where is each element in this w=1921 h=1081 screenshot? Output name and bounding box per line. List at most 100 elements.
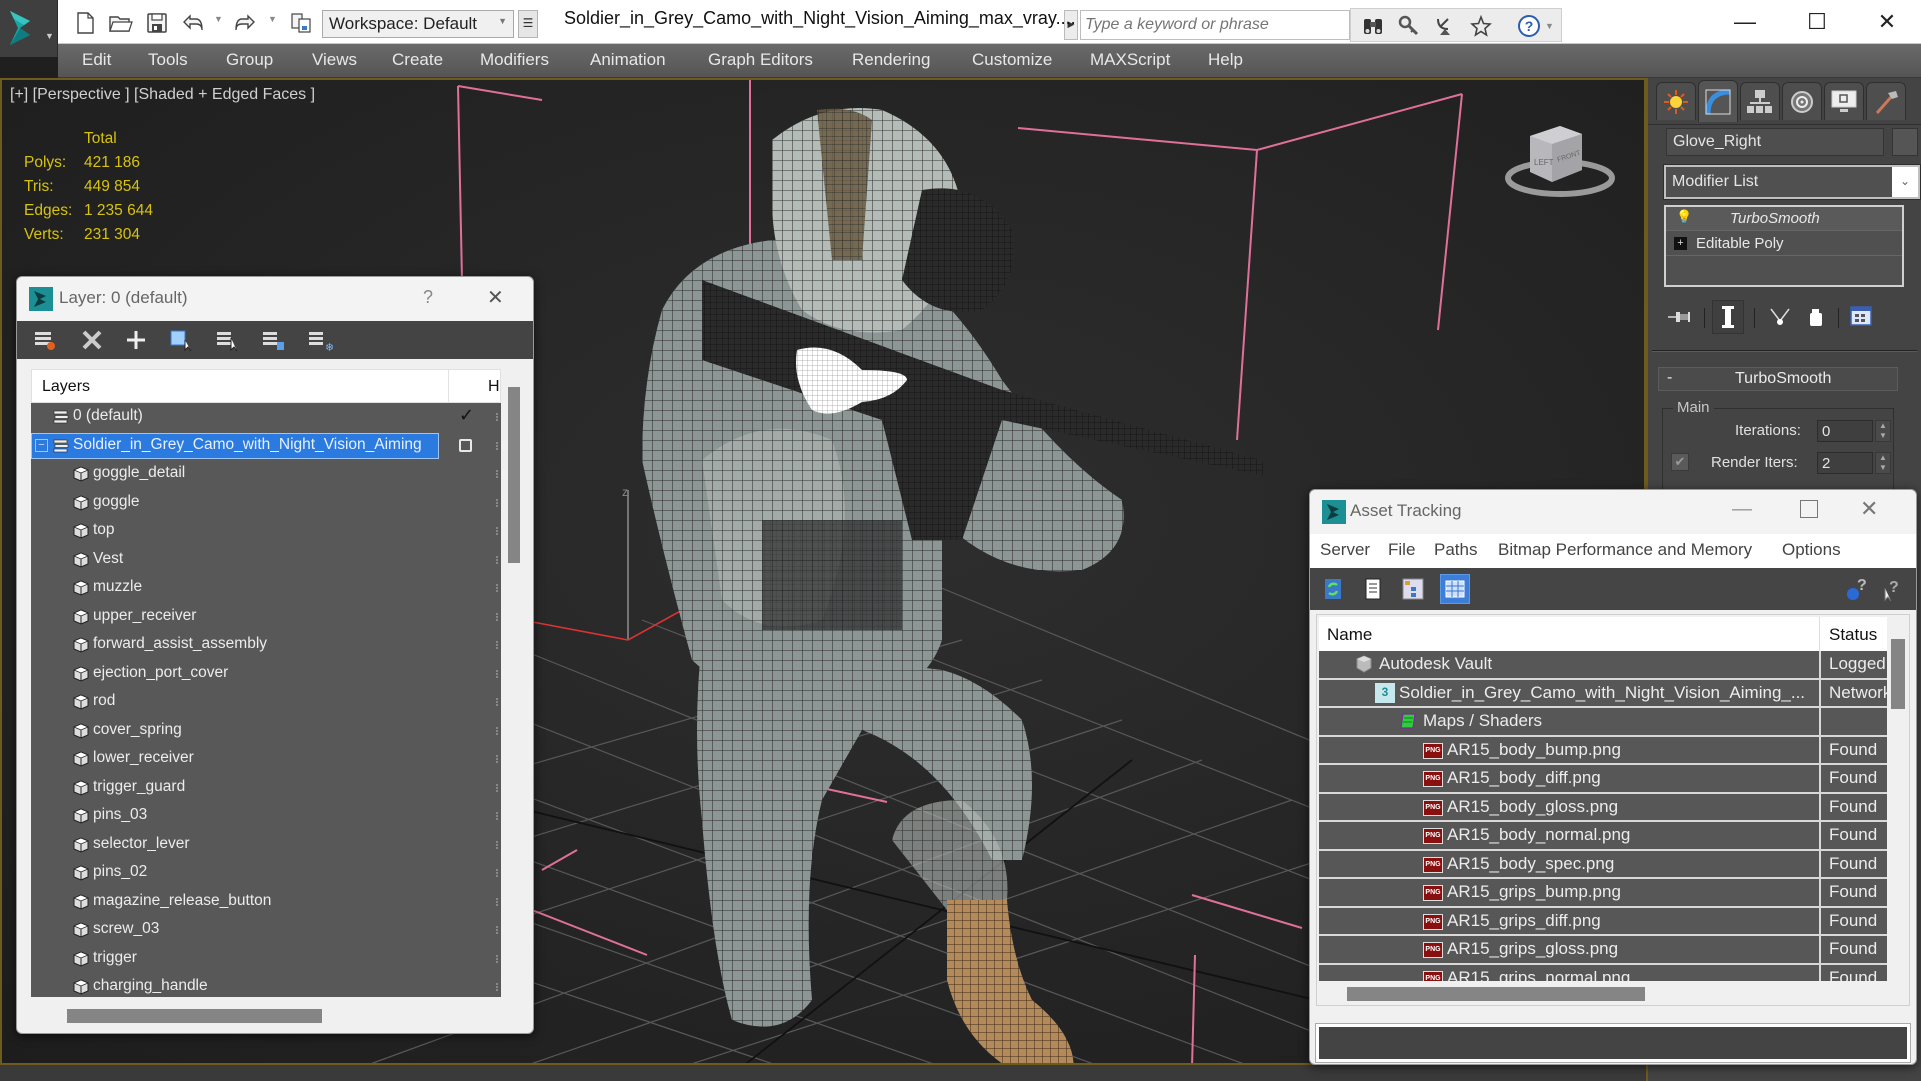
new-file-icon[interactable] xyxy=(72,10,98,36)
layer-row[interactable]: − Soldier_in_Grey_Camo_with_Night_Vision_… xyxy=(31,432,501,461)
menu-file[interactable]: File xyxy=(1388,540,1415,560)
redo-history-caret-icon[interactable]: ▼ xyxy=(268,14,278,24)
render-iters-checkbox[interactable]: ✔ xyxy=(1671,453,1689,471)
display-tab[interactable] xyxy=(1824,82,1864,120)
turbosmooth-rollout-header[interactable]: - TurboSmooth xyxy=(1658,367,1898,391)
object-row[interactable]: magazine_release_button xyxy=(31,888,501,917)
pin-stack-icon[interactable] xyxy=(1666,302,1694,332)
lightbulb-icon[interactable]: 💡 xyxy=(1676,209,1692,225)
layer-vertical-scrollbar[interactable] xyxy=(507,383,521,863)
modifier-list-dropdown[interactable]: Modifier List ⌄ xyxy=(1663,164,1921,200)
tree-view-icon[interactable] xyxy=(1398,574,1428,604)
hide-toggle[interactable] xyxy=(496,812,499,820)
satellite-dish-icon[interactable] xyxy=(1431,13,1459,39)
object-row[interactable]: goggle_detail xyxy=(31,460,501,489)
menu-group[interactable]: Group xyxy=(226,50,273,70)
menu-maxscript[interactable]: MAXScript xyxy=(1090,50,1170,70)
utilities-tab[interactable] xyxy=(1866,82,1906,120)
menu-server[interactable]: Server xyxy=(1320,540,1370,560)
menu-rendering[interactable]: Rendering xyxy=(852,50,930,70)
freeze-layer-icon[interactable]: ❄ xyxy=(305,326,335,354)
stack-item-turbosmooth[interactable]: 💡 TurboSmooth xyxy=(1666,207,1902,231)
object-color-swatch[interactable] xyxy=(1892,128,1918,156)
menu-bitmap-performance[interactable]: Bitmap Performance and Memory xyxy=(1498,540,1752,560)
hierarchy-tab[interactable] xyxy=(1740,82,1780,120)
hide-toggle[interactable] xyxy=(496,726,499,735)
application-menu-button[interactable]: ▼ xyxy=(0,0,58,57)
object-row[interactable]: rod xyxy=(31,688,501,717)
menu-create[interactable]: Create xyxy=(392,50,443,70)
remove-modifier-icon[interactable] xyxy=(1802,302,1830,332)
close-button[interactable]: ✕ xyxy=(1860,496,1878,522)
close-button[interactable]: ✕ xyxy=(487,285,504,310)
list-view-icon[interactable] xyxy=(1358,574,1388,604)
asset-horizontal-scrollbar[interactable] xyxy=(1347,987,1645,1001)
hide-toggle[interactable] xyxy=(496,983,499,991)
context-help-icon[interactable]: ? xyxy=(1878,574,1908,604)
render-iters-spinner[interactable]: ▲ ▼ xyxy=(1875,452,1891,474)
maximize-button[interactable]: ☐ xyxy=(1792,6,1842,38)
collapse-toggle-icon[interactable]: − xyxy=(35,438,48,452)
save-icon[interactable] xyxy=(144,10,170,36)
hide-toggle[interactable] xyxy=(496,470,499,478)
delete-layer-icon[interactable] xyxy=(77,326,107,354)
create-tab[interactable] xyxy=(1656,82,1696,120)
set-current-checkbox[interactable] xyxy=(459,438,472,452)
asset-dialog-titlebar[interactable]: Asset Tracking — ✕ xyxy=(1310,490,1916,534)
create-layer-icon[interactable] xyxy=(31,326,61,354)
menu-options[interactable]: Options xyxy=(1782,540,1841,560)
hide-toggle[interactable] xyxy=(496,926,499,934)
object-row[interactable]: top xyxy=(31,517,501,546)
object-row[interactable]: charging_handle xyxy=(31,973,501,997)
set-current-layer-icon[interactable] xyxy=(259,326,289,354)
asset-row[interactable]: Maps / Shaders xyxy=(1319,708,1887,737)
hide-toggle[interactable] xyxy=(496,555,499,564)
iterations-spinner[interactable]: ▲ ▼ xyxy=(1875,420,1891,442)
maximize-button[interactable] xyxy=(1800,500,1818,518)
menu-modifiers[interactable]: Modifiers xyxy=(480,50,549,70)
object-name-input[interactable] xyxy=(1666,128,1884,156)
layer-row[interactable]: 0 (default) ✓ xyxy=(31,403,501,432)
highlight-selected-layer-icon[interactable] xyxy=(213,326,243,354)
object-row[interactable]: ejection_port_cover xyxy=(31,660,501,689)
asset-row[interactable]: PNG AR15_grips_gloss.png Found xyxy=(1319,936,1887,965)
asset-row[interactable]: PNG AR15_body_diff.png Found xyxy=(1319,765,1887,794)
hide-toggle[interactable] xyxy=(496,698,499,706)
hide-toggle[interactable] xyxy=(496,584,499,592)
redo-icon[interactable] xyxy=(232,10,258,36)
hide-toggle[interactable] xyxy=(496,840,499,849)
hide-toggle[interactable] xyxy=(496,527,499,535)
menu-animation[interactable]: Animation xyxy=(590,50,666,70)
hide-toggle[interactable] xyxy=(496,669,499,678)
menu-help[interactable]: Help xyxy=(1208,50,1243,70)
menu-edit[interactable]: Edit xyxy=(82,50,111,70)
column-header-hide[interactable]: H xyxy=(488,378,500,396)
open-folder-icon[interactable] xyxy=(108,10,134,36)
hide-toggle[interactable] xyxy=(496,612,499,621)
object-row[interactable]: goggle xyxy=(31,489,501,518)
show-end-result-icon[interactable] xyxy=(1712,300,1744,334)
add-to-layer-icon[interactable] xyxy=(121,326,151,354)
object-row[interactable]: Vest xyxy=(31,546,501,575)
hide-toggle[interactable] xyxy=(496,783,499,792)
motion-tab[interactable] xyxy=(1782,82,1822,120)
vault-help-icon[interactable]: ? xyxy=(1842,574,1872,604)
expand-plus-icon[interactable]: + xyxy=(1674,237,1687,250)
asset-row[interactable]: PNG AR15_body_normal.png Found xyxy=(1319,822,1887,851)
object-row[interactable]: upper_receiver xyxy=(31,603,501,632)
scrollbar-thumb[interactable] xyxy=(508,387,520,563)
menu-views[interactable]: Views xyxy=(312,50,357,70)
asset-row[interactable]: PNG AR15_body_bump.png Found xyxy=(1319,736,1887,765)
refresh-icon[interactable] xyxy=(1318,574,1348,604)
hide-toggle[interactable] xyxy=(496,869,499,877)
asset-vertical-scrollbar[interactable] xyxy=(1891,639,1905,709)
asset-row[interactable]: PNG AR15_grips_bump.png Found xyxy=(1319,879,1887,908)
modify-tab[interactable] xyxy=(1698,80,1738,122)
viewport-label-menu[interactable]: [+] [Perspective ] [Shaded + Edged Faces… xyxy=(10,86,315,104)
hide-toggle[interactable] xyxy=(496,413,499,421)
object-row[interactable]: lower_receiver xyxy=(31,745,501,774)
help-button[interactable]: ? xyxy=(423,287,433,308)
menu-customize[interactable]: Customize xyxy=(972,50,1052,70)
object-row[interactable]: trigger_guard xyxy=(31,774,501,803)
layer-dialog-titlebar[interactable]: Layer: 0 (default) ? ✕ xyxy=(17,277,533,321)
